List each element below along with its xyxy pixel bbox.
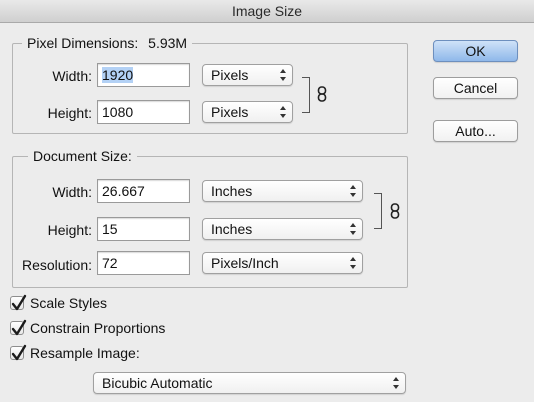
- pixel-height-label: Height:: [47, 105, 92, 121]
- doc-width-label: Width:: [52, 184, 92, 200]
- checkmark-icon: [11, 294, 27, 311]
- pixel-height-input[interactable]: 1080: [97, 100, 190, 124]
- scale-styles-checkbox[interactable]: [10, 294, 27, 311]
- resample-method-select[interactable]: Bicubic Automatic: [93, 372, 406, 394]
- checkmark-icon: [11, 344, 27, 361]
- doc-height-input[interactable]: 15: [97, 217, 190, 241]
- resolution-label: Resolution:: [21, 257, 92, 273]
- updown-arrows-icon: [280, 106, 286, 118]
- chain-link-icon[interactable]: [317, 86, 327, 102]
- auto-button[interactable]: Auto...: [433, 120, 518, 142]
- cancel-button[interactable]: Cancel: [433, 77, 518, 99]
- resolution-input[interactable]: 72: [97, 251, 190, 275]
- doc-width-unit: Inches: [211, 183, 253, 199]
- pixel-width-value: 1920: [102, 67, 134, 83]
- doc-link-bracket: [374, 193, 382, 229]
- doc-width-value: 26.667: [102, 183, 145, 199]
- resample-image-checkbox[interactable]: [10, 344, 27, 361]
- updown-arrows-icon: [350, 223, 356, 235]
- pixel-height-unit-select[interactable]: Pixels: [202, 101, 293, 123]
- updown-arrows-icon: [350, 185, 356, 197]
- pixel-dimensions-label: Pixel Dimensions:: [27, 35, 139, 51]
- pixel-width-label: Width:: [52, 68, 92, 84]
- pixel-height-value: 1080: [102, 104, 134, 120]
- pixel-link-bracket: [302, 77, 310, 113]
- doc-width-input[interactable]: 26.667: [97, 179, 190, 203]
- pixel-width-unit: Pixels: [211, 67, 249, 83]
- pixel-width-input[interactable]: 1920: [97, 63, 190, 87]
- scale-styles-label[interactable]: Scale Styles: [30, 295, 107, 311]
- pixel-dimensions-legend: Pixel Dimensions: 5.93M: [22, 35, 193, 51]
- pixel-width-unit-select[interactable]: Pixels: [202, 64, 293, 86]
- document-size-legend: Document Size:: [28, 148, 137, 164]
- resolution-value: 72: [102, 255, 118, 271]
- resample-method: Bicubic Automatic: [102, 375, 213, 391]
- constrain-proportions-label[interactable]: Constrain Proportions: [30, 320, 165, 336]
- checkmark-icon: [11, 319, 27, 336]
- pixel-dimensions-size: 5.93M: [148, 35, 188, 51]
- doc-height-label: Height:: [47, 222, 92, 238]
- doc-width-unit-select[interactable]: Inches: [202, 180, 363, 202]
- updown-arrows-icon: [280, 69, 286, 81]
- resolution-unit: Pixels/Inch: [211, 255, 279, 271]
- window-title: Image Size: [0, 0, 534, 23]
- doc-height-value: 15: [102, 221, 118, 237]
- pixel-height-unit: Pixels: [211, 104, 249, 120]
- updown-arrows-icon: [393, 377, 399, 389]
- chain-link-icon[interactable]: [390, 203, 400, 219]
- doc-height-unit-select[interactable]: Inches: [202, 218, 363, 240]
- resample-image-label[interactable]: Resample Image:: [30, 345, 140, 361]
- updown-arrows-icon: [350, 257, 356, 269]
- constrain-proportions-checkbox[interactable]: [10, 319, 27, 336]
- resolution-unit-select[interactable]: Pixels/Inch: [202, 252, 363, 274]
- ok-button[interactable]: OK: [433, 40, 518, 62]
- doc-height-unit: Inches: [211, 221, 253, 237]
